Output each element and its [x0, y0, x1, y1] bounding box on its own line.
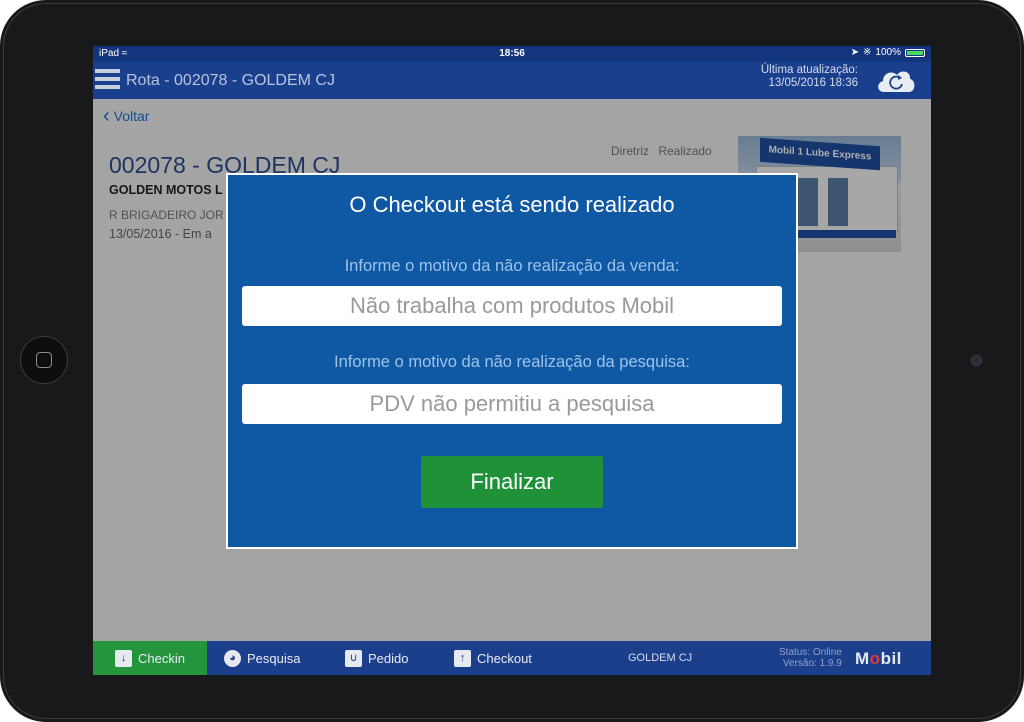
- footer-client: GOLDEM CJ: [628, 652, 693, 664]
- pie-chart-icon: ◕: [224, 649, 241, 667]
- battery-percent: 100%: [875, 47, 901, 58]
- status-time: 18:56: [499, 48, 525, 59]
- status-right: ➤ ※ 100%: [851, 47, 925, 58]
- tab-checkout-label: Checkout: [477, 650, 532, 666]
- mobil-logo: Mobil: [855, 649, 902, 668]
- cloud-sync-icon[interactable]: [875, 67, 917, 94]
- last-update-label: Última atualização:: [760, 64, 858, 76]
- last-update-value: 13/05/2016 18:36: [768, 77, 858, 89]
- app-version: Versão: 1.9.9: [782, 658, 842, 669]
- bag-icon: ∪: [345, 649, 362, 667]
- menu-icon[interactable]: [95, 69, 120, 91]
- ipad-frame: iPad ≈ 18:56 ➤ ※ 100% Rota - 002078 - GO…: [0, 0, 1024, 722]
- tab-checkin[interactable]: ↓ Checkin: [93, 641, 207, 675]
- dialog-title: O Checkout está sendo realizado: [349, 192, 675, 217]
- home-button[interactable]: [20, 336, 68, 384]
- status-bar: iPad ≈ 18:56 ➤ ※ 100%: [93, 46, 931, 62]
- tab-checkout[interactable]: ↑ Checkout: [454, 641, 532, 675]
- status-info: Status: Online Versão: 1.9.9: [779, 647, 842, 669]
- bluetooth-icon: ※: [863, 47, 872, 58]
- tab-pedido[interactable]: ∪ Pedido: [345, 641, 408, 675]
- tab-checkin-label: Checkin: [138, 650, 185, 666]
- tab-pesquisa-label: Pesquisa: [247, 650, 301, 666]
- tab-pedido-label: Pedido: [368, 650, 409, 666]
- survey-reason-label: Informe o motivo da não realização da pe…: [334, 353, 690, 371]
- checkout-dialog: O Checkout está sendo realizado Informe …: [226, 173, 798, 549]
- location-icon: ➤: [850, 47, 860, 58]
- nav-bar: Rota - 002078 - GOLDEM CJ Última atualiz…: [93, 62, 931, 99]
- checkin-icon: ↓: [115, 649, 132, 667]
- sale-reason-field[interactable]: Não trabalha com produtos Mobil: [242, 286, 782, 326]
- app-screen: iPad ≈ 18:56 ➤ ※ 100% Rota - 002078 - GO…: [93, 46, 931, 675]
- status-online: Status: Online: [779, 647, 842, 658]
- upload-icon: ↑: [454, 649, 471, 667]
- front-camera: [971, 355, 982, 366]
- last-update: Última atualização: 13/05/2016 18:36: [761, 64, 858, 90]
- tab-pesquisa[interactable]: ◕ Pesquisa: [224, 641, 300, 675]
- survey-reason-field[interactable]: PDV não permitiu a pesquisa: [242, 384, 782, 424]
- bottom-tab-bar: ↓ Checkin ◕ Pesquisa ∪ Pedido ↑ Checkout…: [93, 641, 931, 675]
- battery-icon: [905, 48, 925, 57]
- sale-reason-label: Informe o motivo da não realização da ve…: [344, 257, 680, 275]
- page-title: Rota - 002078 - GOLDEM CJ: [126, 72, 335, 89]
- finish-button[interactable]: Finalizar: [421, 456, 603, 508]
